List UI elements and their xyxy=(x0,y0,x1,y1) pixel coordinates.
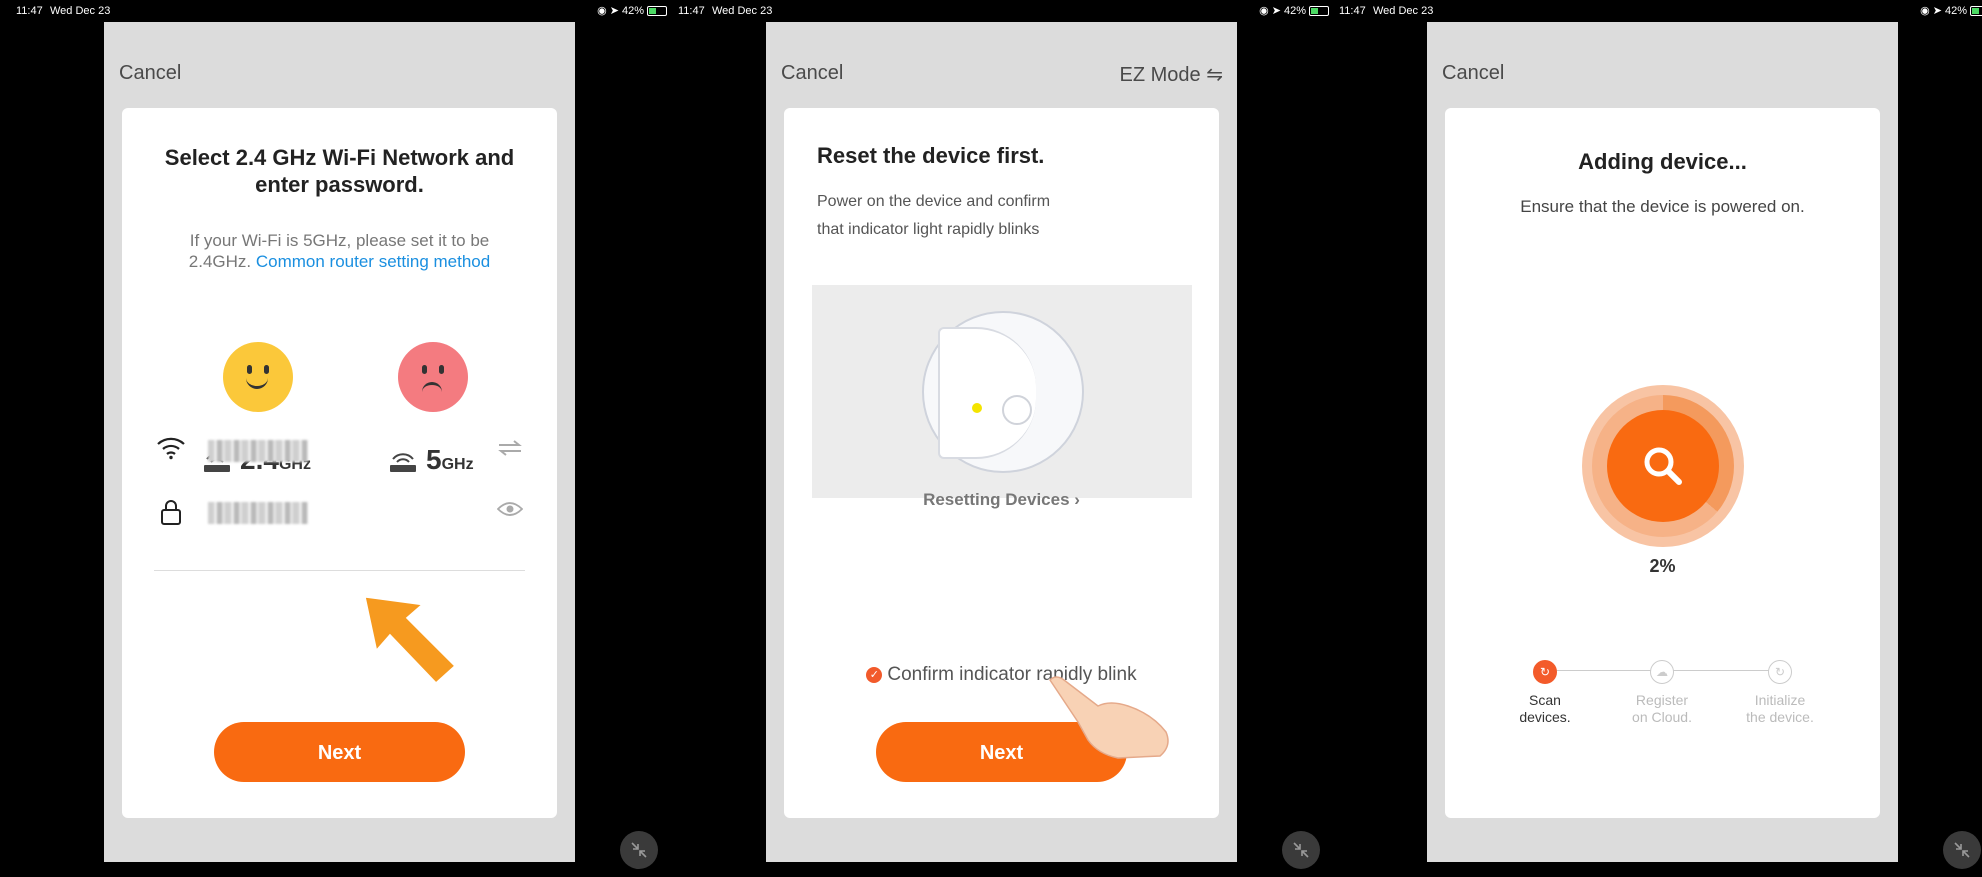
happy-face-icon xyxy=(223,342,293,412)
wifi-name-value-blurred xyxy=(208,440,308,462)
password-value-blurred xyxy=(208,502,308,524)
next-button[interactable]: Next xyxy=(214,722,465,782)
wifi-password-field[interactable] xyxy=(154,484,525,546)
step-register-cloud: ☁ Register on Cloud. xyxy=(1602,658,1722,726)
battery-icon xyxy=(1970,5,1982,16)
page-title: Reset the device first. xyxy=(817,143,1045,168)
scan-progress-ring xyxy=(1582,385,1744,547)
page-title: Select 2.4 GHz Wi-Fi Network and enter p… xyxy=(164,145,515,197)
status-date: Wed Dec 23 xyxy=(50,5,111,17)
progress-steps: ↻ Scan devices. ☁ Register on Cloud. ↻ I… xyxy=(1485,658,1840,738)
modal-sheet: Cancel EZ Mode ⇋ Reset the device first.… xyxy=(766,22,1237,862)
switch-arrows-icon: ⇋ xyxy=(1206,64,1223,86)
pointer-arrow-icon xyxy=(364,596,459,686)
divider xyxy=(154,570,525,571)
screen-reset-device: 11:47 Wed Dec 23 ◉ ➤ 42% Cancel EZ Mode … xyxy=(674,0,1333,877)
status-time: 11:47 xyxy=(16,5,43,17)
content-card: Select 2.4 GHz Wi-Fi Network and enter p… xyxy=(122,108,557,818)
resetting-devices-link[interactable]: Resetting Devices › xyxy=(784,490,1219,510)
cancel-button[interactable]: Cancel xyxy=(781,62,843,85)
lock-icon xyxy=(161,500,181,525)
status-bar: 11:47 Wed Dec 23 ◉ ➤ 42% xyxy=(678,3,1329,17)
step-initialize-device: ↻ Initialize the device. xyxy=(1720,658,1840,726)
location-icon: ➤ xyxy=(1932,5,1942,17)
collapse-arrows-icon xyxy=(1293,842,1309,858)
collapse-arrows-icon xyxy=(631,842,647,858)
device-illustration xyxy=(812,285,1192,498)
screen-adding-device: 11:47 Wed Dec 23 ◉ ➤ 42% Cancel Adding d… xyxy=(1335,0,1982,877)
step-scan-devices: ↻ Scan devices. xyxy=(1485,658,1605,726)
progress-percent: 2% xyxy=(1649,556,1676,576)
status-time: 11:47 xyxy=(678,5,705,17)
status-date: Wed Dec 23 xyxy=(1373,5,1434,17)
battery-icon xyxy=(1309,5,1329,16)
refresh-icon: ↻ xyxy=(1533,660,1557,684)
content-card: Reset the device first. Power on the dev… xyxy=(784,108,1219,818)
checkmark-icon: ✓ xyxy=(866,666,883,683)
tapping-hand-icon xyxy=(1049,676,1169,759)
router-setting-link[interactable]: Common router setting method xyxy=(256,252,490,271)
device-image xyxy=(922,311,1084,473)
instructions: Power on the device and confirm that ind… xyxy=(817,193,1051,238)
wifi-icon xyxy=(157,437,185,460)
status-bar: 11:47 Wed Dec 23 ◉ ➤ 42% xyxy=(1339,3,1982,17)
refresh-icon: ↻ xyxy=(1768,660,1792,684)
status-date: Wed Dec 23 xyxy=(712,5,773,17)
battery-percent: 42% xyxy=(621,4,644,17)
search-icon xyxy=(1644,447,1682,485)
wifi-network-field[interactable] xyxy=(154,422,525,484)
modal-sheet: Cancel Select 2.4 GHz Wi-Fi Network and … xyxy=(104,22,575,862)
location-icon: ➤ xyxy=(1271,5,1281,17)
eye-icon[interactable] xyxy=(497,500,523,518)
battery-percent: 42% xyxy=(1283,4,1306,17)
status-time: 11:47 xyxy=(1339,5,1366,17)
modal-sheet: Cancel Adding device... Ensure that the … xyxy=(1427,22,1898,862)
content-card: Adding device... Ensure that the device … xyxy=(1445,108,1880,818)
cloud-icon: ☁ xyxy=(1650,660,1674,684)
minimize-button[interactable] xyxy=(1282,831,1320,869)
collapse-arrows-icon xyxy=(1954,842,1970,858)
page-title: Adding device... xyxy=(1578,149,1747,174)
switch-network-icon xyxy=(498,440,522,456)
minimize-button[interactable] xyxy=(1943,831,1981,869)
subtitle: Ensure that the device is powered on. xyxy=(1520,197,1805,216)
screen-wifi-select: 11:47 Wed Dec 23 ◉ ➤ 42% Cancel Select 2… xyxy=(12,0,671,877)
minimize-button[interactable] xyxy=(620,831,658,869)
cancel-button[interactable]: Cancel xyxy=(1442,62,1504,85)
ez-mode-button[interactable]: EZ Mode ⇋ xyxy=(1120,62,1223,87)
cancel-button[interactable]: Cancel xyxy=(119,62,181,85)
power-icon xyxy=(1002,395,1032,425)
battery-percent: 42% xyxy=(1944,4,1967,17)
sad-face-icon xyxy=(398,342,468,412)
wifi-status-icon: ◉ xyxy=(1259,5,1269,17)
status-bar: 11:47 Wed Dec 23 ◉ ➤ 42% xyxy=(16,3,667,17)
battery-icon xyxy=(647,5,667,16)
location-icon: ➤ xyxy=(609,5,619,17)
indicator-light xyxy=(972,403,982,413)
wifi-status-icon: ◉ xyxy=(1920,5,1930,17)
subtitle: If your Wi-Fi is 5GHz, please set it to … xyxy=(162,230,517,272)
wifi-status-icon: ◉ xyxy=(597,5,607,17)
